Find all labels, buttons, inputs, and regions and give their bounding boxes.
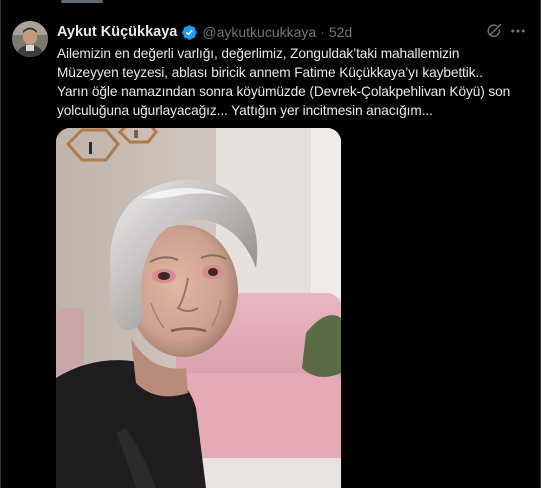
separator-dot: ·	[320, 24, 325, 40]
author-display-name[interactable]: Aykut Küçükkaya	[57, 24, 177, 40]
avatar[interactable]	[12, 21, 48, 57]
author-handle[interactable]: @aykutkucukkaya	[202, 24, 316, 40]
thread-connector	[61, 0, 103, 3]
grok-icon[interactable]	[484, 21, 504, 41]
verified-badge-icon[interactable]	[181, 24, 198, 41]
tweet-text-line: Müzeyyen teyzesi, ablası biricik annem F…	[57, 65, 483, 80]
more-dots-icon[interactable]	[508, 21, 528, 41]
tweet-text-line: yolculuğuna uğurlayacağız... Yattığın ye…	[57, 103, 433, 118]
timeline-border-left	[0, 0, 1, 488]
tweet-header: Aykut Küçükkaya @aykutkucukkaya · 52d	[57, 23, 352, 41]
tweet-text: Ailemizin en değerli varlığı, değerlimiz…	[57, 44, 535, 120]
tweet-text-line: Ailemizin en değerli varlığı, değerlimiz…	[57, 46, 460, 61]
tweet-timestamp[interactable]: 52d	[329, 24, 352, 40]
tweet-photo[interactable]	[56, 128, 341, 488]
tweet-text-line: Yarın öğle namazından sonra köyümüzde (D…	[57, 84, 511, 99]
